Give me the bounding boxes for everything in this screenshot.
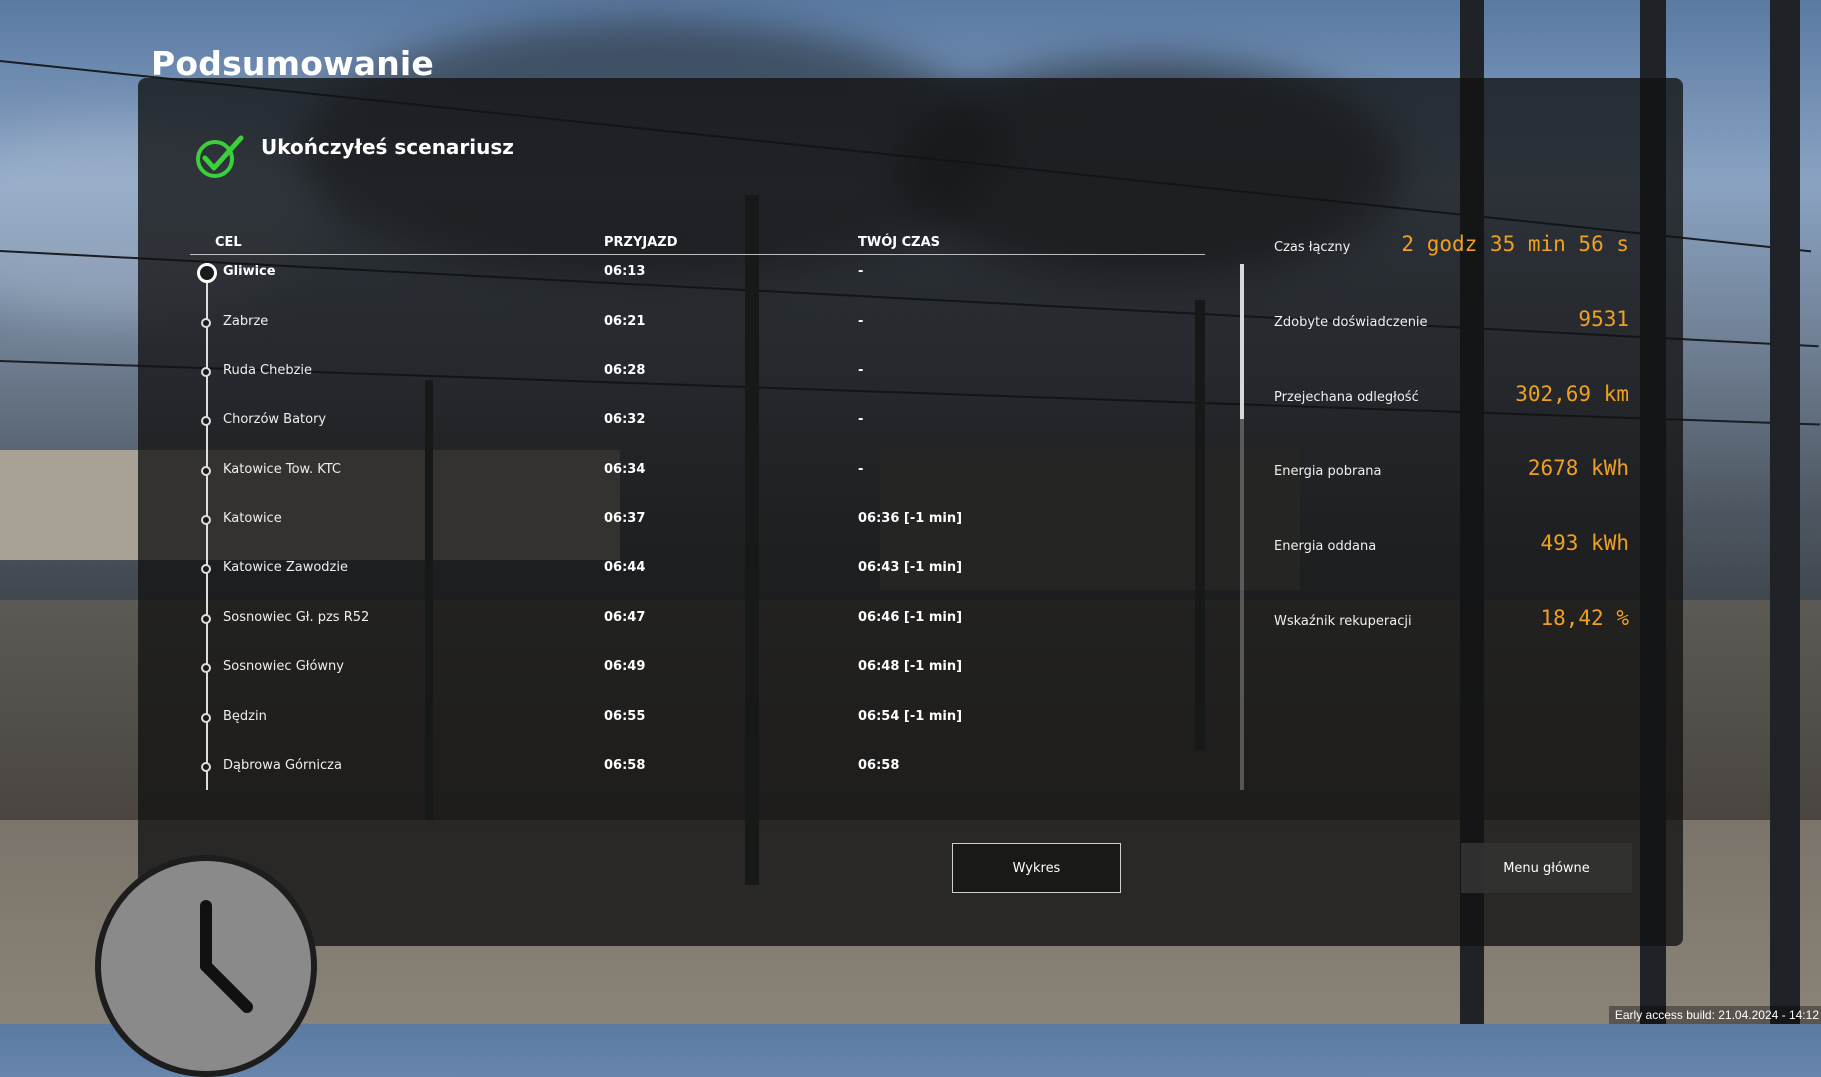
stop-name: Ruda Chebzie	[223, 363, 313, 378]
list-item: Katowice 06:37 06:36 [-1 min]	[0, 511, 1000, 531]
stop-arrival: 06:58	[604, 758, 646, 773]
list-item: Dąbrowa Górnicza 06:58 06:58	[0, 758, 1000, 778]
stop-your-time: -	[858, 412, 864, 427]
stat-value: 18,42 %	[1540, 606, 1629, 630]
stop-your-time: -	[858, 462, 864, 477]
chart-button[interactable]: Wykres	[952, 843, 1121, 893]
stop-marker	[201, 318, 211, 328]
stat-label: Zdobyte doświadczenie	[1274, 315, 1428, 330]
stop-name: Dąbrowa Górnicza	[223, 758, 342, 773]
stat-value: 493 kWh	[1540, 531, 1629, 555]
stop-name: Zabrze	[223, 314, 269, 329]
stop-marker	[201, 416, 211, 426]
stop-name: Będzin	[223, 709, 267, 724]
column-header-destination: CEL	[215, 235, 242, 250]
stop-arrival: 06:47	[604, 610, 646, 625]
stop-marker	[201, 515, 211, 525]
stop-your-time: 06:54 [-1 min]	[858, 709, 963, 724]
stop-your-time: -	[858, 363, 864, 378]
stop-arrival: 06:32	[604, 412, 646, 427]
clock-icon	[95, 855, 317, 1077]
stat-experience: Zdobyte doświadczenie 9531	[1274, 307, 1629, 337]
stat-energy-returned: Energia oddana 493 kWh	[1274, 531, 1629, 561]
list-item: Katowice Tow. KTC 06:34 -	[0, 462, 1000, 482]
main-menu-button[interactable]: Menu główne	[1461, 843, 1632, 893]
stat-label: Energia oddana	[1274, 539, 1377, 554]
current-stop-marker	[197, 263, 217, 283]
stat-label: Przejechana odległość	[1274, 390, 1419, 405]
stop-marker	[201, 762, 211, 772]
stop-arrival: 06:55	[604, 709, 646, 724]
list-item: Sosnowiec Gł. pzs R52 06:47 06:46 [-1 mi…	[0, 610, 1000, 630]
stat-total-time: Czas łączny 2 godz 35 min 56 s	[1274, 232, 1629, 262]
completion-message: Ukończyłeś scenariusz	[261, 135, 514, 159]
stop-arrival: 06:37	[604, 511, 646, 526]
list-item: Gliwice 06:13 -	[0, 263, 1000, 284]
stop-your-time: 06:58	[858, 758, 900, 773]
scrollbar-thumb[interactable]	[1240, 264, 1244, 419]
stat-value: 9531	[1578, 307, 1629, 331]
list-item: Katowice Zawodzie 06:44 06:43 [-1 min]	[0, 560, 1000, 580]
stop-name: Sosnowiec Główny	[223, 659, 344, 674]
stop-name: Katowice Tow. KTC	[223, 462, 341, 477]
stat-label: Wskaźnik rekuperacji	[1274, 614, 1412, 629]
stop-arrival: 06:49	[604, 659, 646, 674]
stop-your-time: 06:48 [-1 min]	[858, 659, 963, 674]
list-item: Chorzów Batory 06:32 -	[0, 412, 1000, 432]
stop-arrival: 06:13	[604, 264, 646, 279]
stat-recuperation-ratio: Wskaźnik rekuperacji 18,42 %	[1274, 606, 1629, 636]
stop-your-time: -	[858, 264, 864, 279]
clock-hands	[200, 900, 253, 1013]
stop-marker	[201, 367, 211, 377]
stat-label: Energia pobrana	[1274, 464, 1382, 479]
check-icon	[196, 135, 244, 178]
stop-name: Sosnowiec Gł. pzs R52	[223, 610, 370, 625]
stop-your-time: 06:43 [-1 min]	[858, 560, 963, 575]
stop-arrival: 06:44	[604, 560, 646, 575]
list-item: Będzin 06:55 06:54 [-1 min]	[0, 709, 1000, 729]
stop-your-time: 06:36 [-1 min]	[858, 511, 963, 526]
stat-value: 2678 kWh	[1527, 456, 1629, 480]
stop-name: Katowice Zawodzie	[223, 560, 348, 575]
column-header-your-time: TWÓJ CZAS	[858, 235, 941, 250]
stop-arrival: 06:28	[604, 363, 646, 378]
list-item: Zabrze 06:21 -	[0, 314, 1000, 334]
column-header-arrival: PRZYJAZD	[604, 235, 678, 250]
stat-distance: Przejechana odległość 302,69 km	[1274, 382, 1629, 412]
stop-marker	[201, 614, 211, 624]
stop-your-time: -	[858, 314, 864, 329]
stop-name: Gliwice	[223, 264, 276, 279]
build-info: Early access build: 21.04.2024 - 14:12	[1608, 1006, 1821, 1024]
stop-your-time: 06:46 [-1 min]	[858, 610, 963, 625]
stop-name: Chorzów Batory	[223, 412, 327, 427]
stop-marker	[201, 466, 211, 476]
stops-scrollbar[interactable]	[1240, 264, 1244, 790]
stop-marker	[201, 663, 211, 673]
stat-value: 302,69 km	[1515, 382, 1629, 406]
header-divider	[190, 254, 1205, 255]
stat-value: 2 godz 35 min 56 s	[1401, 232, 1629, 256]
stat-label: Czas łączny	[1274, 240, 1351, 255]
stop-name: Katowice	[223, 511, 282, 526]
stop-arrival: 06:34	[604, 462, 646, 477]
stat-energy-consumed: Energia pobrana 2678 kWh	[1274, 456, 1629, 486]
completion-banner: Ukończyłeś scenariusz	[193, 134, 514, 182]
list-item: Sosnowiec Główny 06:49 06:48 [-1 min]	[0, 659, 1000, 679]
stop-marker	[201, 564, 211, 574]
stop-arrival: 06:21	[604, 314, 646, 329]
list-item: Ruda Chebzie 06:28 -	[0, 363, 1000, 383]
stop-marker	[201, 713, 211, 723]
